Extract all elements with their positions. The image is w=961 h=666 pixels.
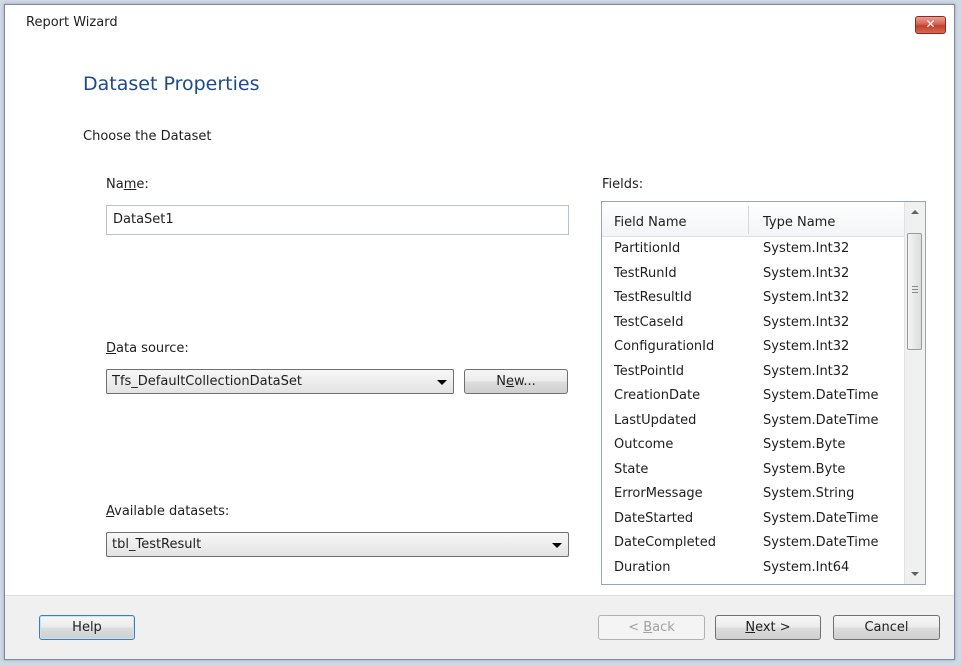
available-datasets-dropdown[interactable]: tbl_TestResult: [106, 532, 569, 557]
type-name-cell: System.DateTime: [763, 510, 879, 526]
title-bar: Report Wizard ✕: [5, 5, 954, 41]
grip-line: [912, 286, 918, 287]
type-name-cell: System.Int32: [763, 314, 850, 330]
table-row[interactable]: DateCompleted System.DateTime: [602, 531, 904, 556]
table-row[interactable]: PartitionId System.Int32: [602, 237, 904, 262]
field-name-cell: ErrorMessage: [614, 486, 703, 501]
type-name-cell: System.DateTime: [763, 535, 879, 550]
next-button[interactable]: Next >: [715, 615, 821, 640]
chevron-down-icon: [552, 543, 562, 548]
fields-header: Field Name Type Name: [602, 202, 904, 237]
type-name-cell: System.Int32: [763, 339, 850, 354]
table-row[interactable]: Outcome System.Byte: [602, 433, 904, 458]
help-button[interactable]: Help: [39, 615, 135, 640]
window-title: Report Wizard: [26, 15, 118, 30]
type-name-cell: System.DateTime: [763, 388, 879, 403]
type-name-cell: System.Int32: [763, 363, 850, 379]
field-name-cell: DateStarted: [614, 510, 694, 526]
field-name-cell: TestCaseId: [614, 314, 684, 330]
chevron-down-icon: [437, 380, 447, 385]
field-name-cell: TestPointId: [614, 363, 684, 379]
available-datasets-label: Available datasets:: [106, 504, 230, 519]
column-header-field-name[interactable]: Field Name: [614, 215, 687, 230]
scrollbar-thumb[interactable]: [907, 233, 922, 350]
field-name-cell: Duration: [614, 559, 671, 575]
dataset-name-input[interactable]: DataSet1: [106, 205, 569, 235]
grip-line: [912, 289, 918, 290]
data-source-dropdown[interactable]: Tfs_DefaultCollectionDataSet: [106, 369, 454, 394]
new-data-source-button[interactable]: New...: [464, 369, 568, 394]
column-header-type-name[interactable]: Type Name: [763, 215, 835, 230]
table-row[interactable]: TestResultId System.Int32: [602, 286, 904, 311]
table-row[interactable]: ErrorMessage System.String: [602, 482, 904, 507]
type-name-cell: System.Byte: [763, 461, 846, 477]
scroll-up-arrow-icon[interactable]: [911, 210, 919, 214]
type-name-cell: System.DateTime: [763, 412, 879, 428]
available-datasets-selected: tbl_TestResult: [112, 537, 202, 552]
table-row[interactable]: TestCaseId System.Int32: [602, 311, 904, 336]
back-button[interactable]: < Back: [598, 615, 705, 640]
data-source-label: Data source:: [106, 341, 189, 356]
report-wizard-window: Report Wizard ✕ Dataset Properties Choos…: [4, 4, 955, 660]
fields-scrollbar[interactable]: [904, 202, 925, 584]
page-subtitle: Choose the Dataset: [83, 129, 212, 144]
field-name-cell: DateCompleted: [614, 535, 716, 550]
close-button[interactable]: ✕: [915, 16, 946, 34]
field-name-cell: ConfigurationId: [614, 339, 715, 354]
field-name-cell: TestResultId: [614, 290, 692, 305]
page-title: Dataset Properties: [83, 73, 260, 95]
field-name-cell: LastUpdated: [614, 412, 697, 428]
field-name-cell: PartitionId: [614, 241, 681, 256]
field-name-cell: Outcome: [614, 437, 674, 452]
type-name-cell: System.Int32: [763, 290, 850, 305]
grip-line: [912, 292, 918, 293]
type-name-cell: System.Int32: [763, 241, 850, 256]
type-name-cell: System.Int32: [763, 265, 850, 281]
fields-list[interactable]: Field Name Type Name PartitionId System.I…: [601, 201, 926, 585]
table-row[interactable]: State System.Byte: [602, 458, 904, 483]
scroll-down-arrow-icon[interactable]: [911, 572, 919, 576]
button-bar: Help < Back Next > Cancel: [5, 595, 954, 659]
table-row[interactable]: Duration System.Int64: [602, 556, 904, 581]
column-divider[interactable]: [748, 206, 749, 234]
fields-label: Fields:: [602, 177, 644, 192]
table-row[interactable]: DateStarted System.DateTime: [602, 507, 904, 532]
table-row[interactable]: CreationDate System.DateTime: [602, 384, 904, 409]
cancel-button[interactable]: Cancel: [833, 615, 940, 640]
field-name-cell: State: [614, 461, 649, 477]
type-name-cell: System.Int64: [763, 559, 850, 575]
data-source-selected: Tfs_DefaultCollectionDataSet: [112, 374, 302, 389]
type-name-cell: System.String: [763, 486, 855, 501]
type-name-cell: System.Byte: [763, 437, 846, 452]
name-label: Name:: [106, 177, 149, 192]
field-name-cell: CreationDate: [614, 388, 701, 403]
table-row[interactable]: LastUpdated System.DateTime: [602, 409, 904, 434]
table-row[interactable]: TestRunId System.Int32: [602, 262, 904, 287]
table-row[interactable]: TestPointId System.Int32: [602, 360, 904, 385]
table-row[interactable]: ConfigurationId System.Int32: [602, 335, 904, 360]
field-name-cell: TestRunId: [614, 265, 677, 281]
